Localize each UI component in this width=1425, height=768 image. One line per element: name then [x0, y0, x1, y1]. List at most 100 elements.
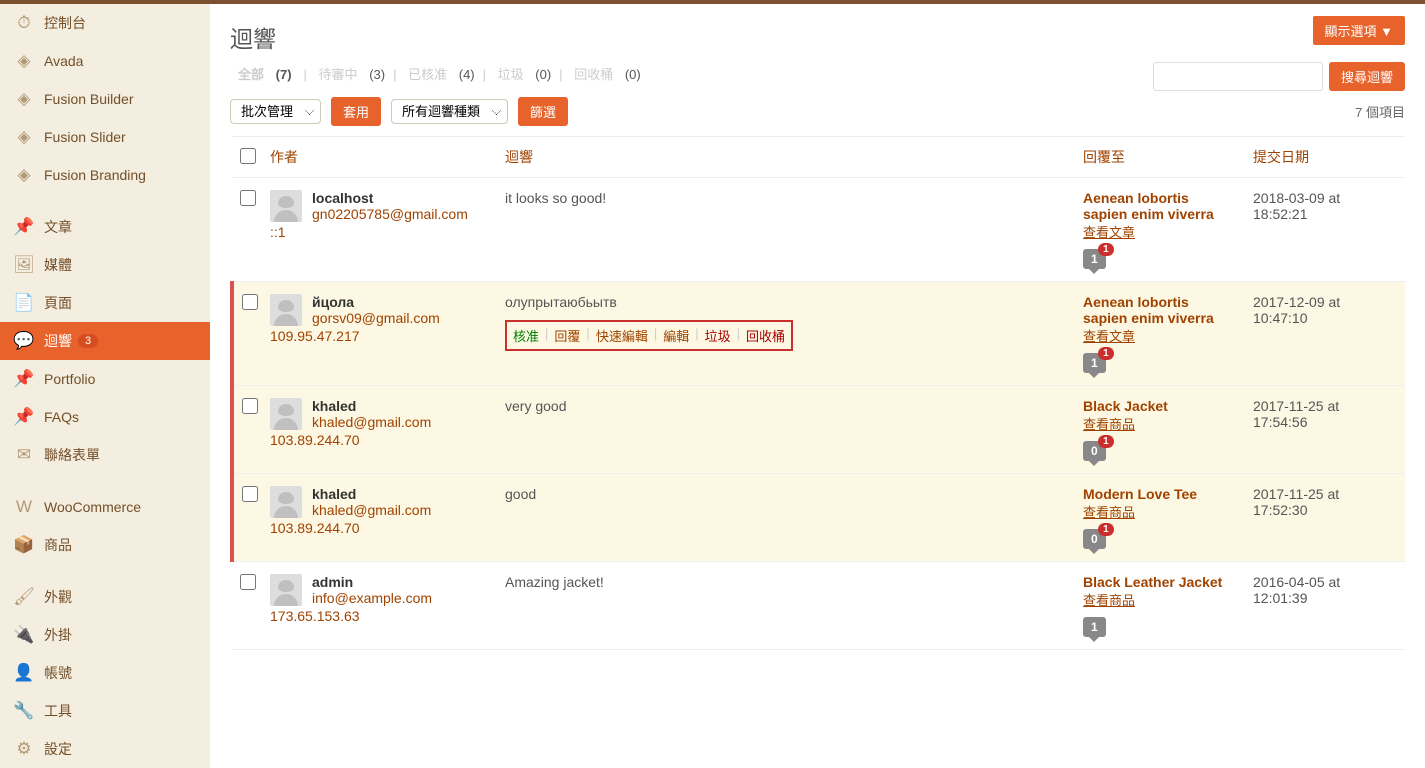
comment-row: khaled khaled@gmail.com 103.89.244.70 go…	[232, 474, 1405, 562]
sidebar-item-8[interactable]: 📄 頁面	[0, 284, 210, 322]
avatar	[270, 190, 302, 222]
action-quick-edit[interactable]: 快速編輯	[596, 326, 648, 345]
sidebar-item-12[interactable]: ✉ 聯絡表單	[0, 436, 210, 474]
filter-trash[interactable]: 回收桶 (0)	[570, 67, 645, 82]
author-ip[interactable]: 103.89.244.70	[270, 520, 489, 536]
col-author[interactable]: 作者	[262, 137, 497, 178]
row-checkbox[interactable]	[240, 574, 256, 590]
sidebar-item-11[interactable]: 📌FAQs	[0, 398, 210, 436]
select-all-checkbox[interactable]	[240, 148, 256, 164]
search-input[interactable]	[1153, 62, 1323, 91]
author-ip[interactable]: 109.95.47.217	[270, 328, 489, 344]
sidebar-item-label: Fusion Branding	[44, 167, 146, 183]
screen-options-button[interactable]: 顯示選項 ▼	[1313, 16, 1405, 45]
menu-icon: 🖼	[14, 255, 34, 275]
comment-content: Amazing jacket!	[505, 574, 1067, 590]
sidebar-item-7[interactable]: 🖼媒體	[0, 246, 210, 284]
row-checkbox[interactable]	[242, 398, 258, 414]
items-count: 7 個項目	[1355, 102, 1405, 121]
filter-button[interactable]: 篩選	[518, 97, 568, 126]
action-trash[interactable]: 回收桶	[746, 326, 785, 345]
author-email[interactable]: gn02205785@gmail.com	[312, 206, 468, 222]
sidebar-item-label: Portfolio	[44, 371, 95, 387]
action-spam[interactable]: 垃圾	[705, 326, 731, 345]
comment-content: good	[505, 486, 1067, 502]
row-actions: 核准| 回覆| 快速編輯| 編輯| 垃圾| 回收桶	[505, 320, 793, 351]
reply-to-title[interactable]: Aenean lobortis sapien enim viverra	[1083, 190, 1214, 222]
sidebar-item-18[interactable]: 🔌外掛	[0, 616, 210, 654]
comment-type-select[interactable]: 所有迴響種類	[391, 99, 508, 124]
sidebar-item-20[interactable]: 🔧工具	[0, 692, 210, 730]
sidebar-item-4[interactable]: ◈Fusion Branding	[0, 156, 210, 194]
comment-count-bubble[interactable]: 11	[1083, 249, 1106, 269]
reply-to-title[interactable]: Black Leather Jacket	[1083, 574, 1222, 590]
avatar	[270, 486, 302, 518]
view-post-link[interactable]: 查看商品	[1083, 417, 1135, 432]
author-name: admin	[312, 574, 353, 590]
page-title: 迴響	[230, 4, 1405, 64]
reply-to-title[interactable]: Black Jacket	[1083, 398, 1168, 414]
view-post-link[interactable]: 查看文章	[1083, 329, 1135, 344]
menu-icon: ✉	[14, 445, 34, 465]
sidebar-item-9[interactable]: 💬迴響3	[0, 322, 210, 360]
action-reply[interactable]: 回覆	[554, 326, 580, 345]
sidebar-item-label: 聯絡表單	[44, 445, 100, 465]
sidebar-item-3[interactable]: ◈Fusion Slider	[0, 118, 210, 156]
filter-all[interactable]: 全部 (7)	[234, 67, 296, 82]
sidebar-item-0[interactable]: ⏱控制台	[0, 4, 210, 42]
comment-row: йцола gorsv09@gmail.com 109.95.47.217 ол…	[232, 282, 1405, 386]
sidebar-item-label: 頁面	[44, 293, 72, 313]
menu-icon: 🔌	[14, 625, 34, 645]
row-checkbox[interactable]	[242, 486, 258, 502]
col-reply-to[interactable]: 回覆至	[1075, 137, 1245, 178]
sidebar-item-6[interactable]: 📌文章	[0, 208, 210, 246]
reply-to-title[interactable]: Aenean lobortis sapien enim viverra	[1083, 294, 1214, 326]
sidebar-item-2[interactable]: ◈Fusion Builder	[0, 80, 210, 118]
author-name: khaled	[312, 398, 356, 414]
menu-icon: 📄	[14, 293, 34, 313]
sidebar-item-10[interactable]: 📌 Portfolio	[0, 360, 210, 398]
view-post-link[interactable]: 查看商品	[1083, 505, 1135, 520]
filter-spam[interactable]: 垃圾 (0)	[494, 67, 556, 82]
author-ip[interactable]: ::1	[270, 224, 489, 240]
author-ip[interactable]: 173.65.153.63	[270, 608, 489, 624]
avatar	[270, 294, 302, 326]
bubble-badge: 1	[1098, 243, 1114, 256]
action-approve[interactable]: 核准	[513, 326, 539, 345]
menu-icon: 📦	[14, 535, 34, 555]
reply-to-title[interactable]: Modern Love Tee	[1083, 486, 1197, 502]
author-email[interactable]: info@example.com	[312, 590, 432, 606]
sidebar-item-label: 商品	[44, 535, 72, 555]
col-comment[interactable]: 迴響	[497, 137, 1075, 178]
avatar	[270, 574, 302, 606]
sidebar-item-17[interactable]: 🖌外觀	[0, 578, 210, 616]
sidebar-item-14[interactable]: WWooCommerce	[0, 488, 210, 526]
comment-count-bubble[interactable]: 01	[1083, 441, 1106, 461]
filter-approved[interactable]: 已核准 (4)	[404, 67, 479, 82]
author-email[interactable]: gorsv09@gmail.com	[312, 310, 440, 326]
bulk-action-select[interactable]: 批次管理	[230, 99, 321, 124]
author-email[interactable]: khaled@gmail.com	[312, 502, 431, 518]
comment-row: localhost gn02205785@gmail.com ::1 it lo…	[232, 178, 1405, 282]
col-date[interactable]: 提交日期	[1245, 137, 1405, 178]
row-checkbox[interactable]	[242, 294, 258, 310]
filter-pending[interactable]: 待審中 (3)	[315, 67, 390, 82]
sidebar-item-21[interactable]: ⚙設定	[0, 730, 210, 768]
comment-count-bubble[interactable]: 1	[1083, 617, 1106, 637]
view-post-link[interactable]: 查看文章	[1083, 225, 1135, 240]
author-ip[interactable]: 103.89.244.70	[270, 432, 489, 448]
comment-count-bubble[interactable]: 01	[1083, 529, 1106, 549]
sidebar-item-label: 文章	[44, 217, 72, 237]
author-email[interactable]: khaled@gmail.com	[312, 414, 431, 430]
action-edit[interactable]: 編輯	[663, 326, 689, 345]
bubble-badge: 1	[1098, 347, 1114, 360]
sidebar-item-15[interactable]: 📦 商品	[0, 526, 210, 564]
view-post-link[interactable]: 查看商品	[1083, 593, 1135, 608]
sidebar-item-19[interactable]: 👤帳號	[0, 654, 210, 692]
row-checkbox[interactable]	[240, 190, 256, 206]
bulk-apply-button[interactable]: 套用	[331, 97, 381, 126]
comment-count-bubble[interactable]: 11	[1083, 353, 1106, 373]
search-button[interactable]: 搜尋迴響	[1329, 62, 1405, 91]
menu-icon: 📌	[14, 369, 34, 389]
sidebar-item-1[interactable]: ◈Avada	[0, 42, 210, 80]
